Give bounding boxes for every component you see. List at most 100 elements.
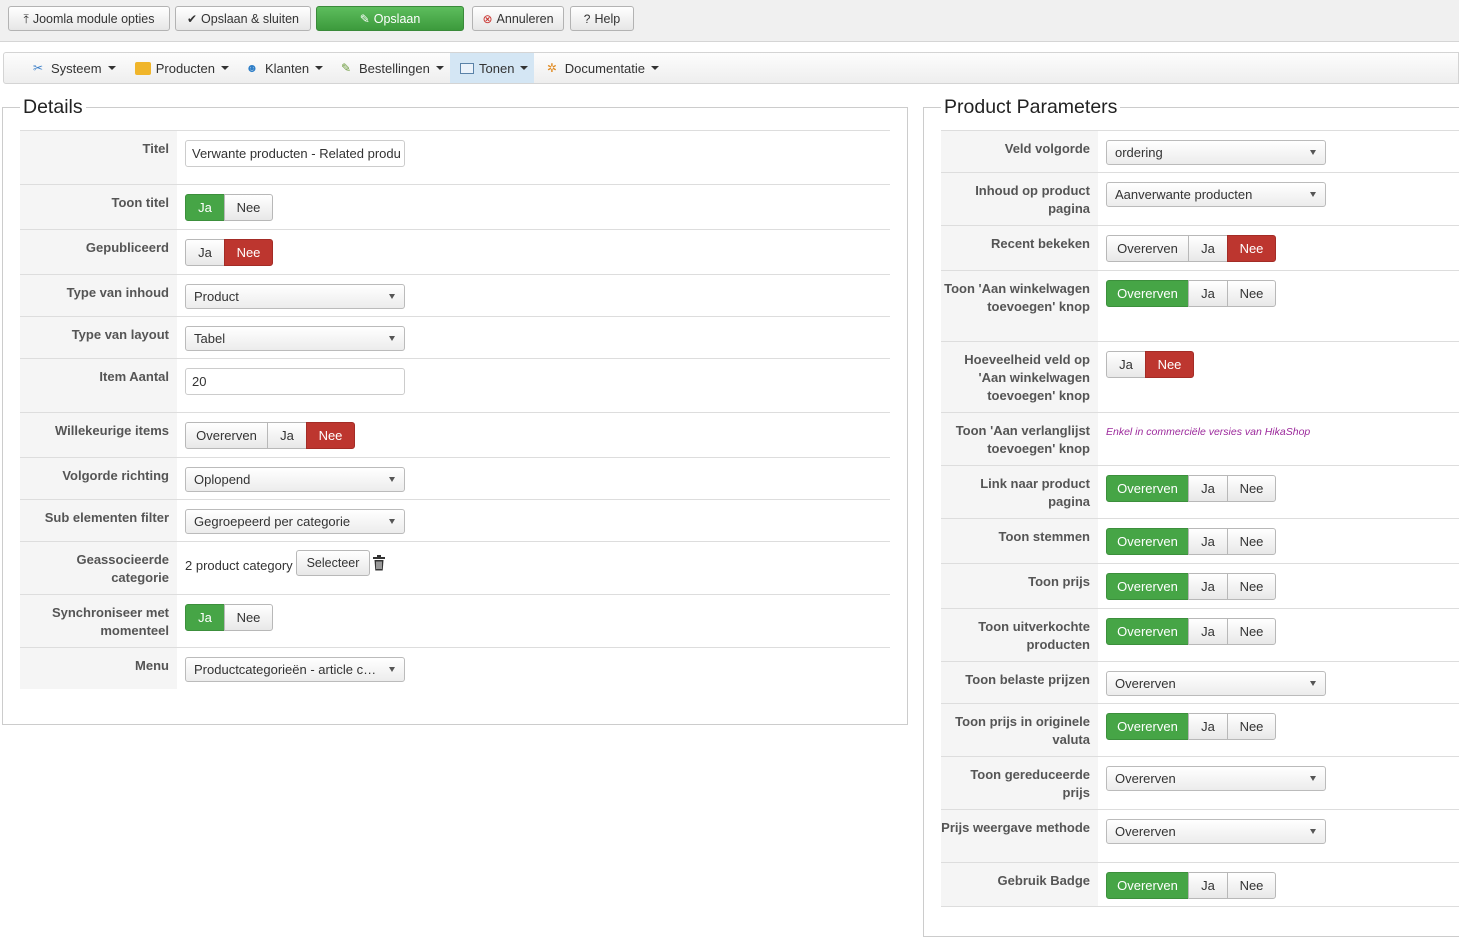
caret-down-icon: [315, 66, 324, 70]
menu-display[interactable]: Tonen: [450, 53, 534, 83]
recently-viewed-no[interactable]: Nee: [1227, 235, 1276, 262]
use-badge-no[interactable]: Nee: [1227, 872, 1276, 899]
menu-select[interactable]: Productcategorieën - article c…: [185, 657, 405, 682]
row-taxed-prices: Toon belaste prijzen Overerven: [941, 661, 1459, 703]
row-discount-price: Toon gereduceerde prijs Overerven: [941, 756, 1459, 809]
show-title-label: Toon titel: [20, 185, 177, 229]
votes-yes[interactable]: Ja: [1188, 528, 1228, 555]
row-title: Titel Verwante producten - Related produ: [20, 130, 890, 184]
display-icon: [460, 62, 474, 74]
published-no[interactable]: Nee: [224, 239, 273, 266]
recently-viewed-yes[interactable]: Ja: [1188, 235, 1228, 262]
row-original-currency: Toon prijs in originele valuta Overerven…: [941, 703, 1459, 756]
original-currency-label: Toon prijs in originele valuta: [941, 704, 1098, 756]
sold-out-inherit[interactable]: Overerven: [1106, 618, 1189, 645]
field-order-select[interactable]: ordering: [1106, 140, 1326, 165]
price-display-method-select[interactable]: Overerven: [1106, 819, 1326, 844]
main-menu-bar: ✂ Systeem Producten ☻ Klanten ✎ Bestellinge…: [3, 52, 1459, 84]
joomla-options-button[interactable]: ⤒ Joomla module opties: [8, 6, 170, 31]
quantity-field-no[interactable]: Nee: [1145, 351, 1194, 378]
discount-price-select[interactable]: Overerven: [1106, 766, 1326, 791]
price-yes[interactable]: Ja: [1188, 573, 1228, 600]
product-link-label: Link naar product pagina: [941, 466, 1098, 518]
associated-category-label: Geassocieerde categorie: [20, 542, 177, 594]
layout-type-select[interactable]: Tabel: [185, 326, 405, 351]
cancel-button[interactable]: ⊗ Annuleren: [472, 6, 564, 31]
menu-documentation[interactable]: ✲ Documentatie: [544, 53, 659, 83]
original-currency-no[interactable]: Nee: [1227, 713, 1276, 740]
menu-label: Menu: [20, 648, 177, 689]
price-toggle: Overerven Ja Nee: [1106, 573, 1276, 600]
original-currency-yes[interactable]: Ja: [1188, 713, 1228, 740]
row-layout-type: Type van layout Tabel: [20, 316, 890, 358]
quantity-field-label: Hoeveelheid veld op 'Aan winkelwagen toe…: [941, 342, 1098, 412]
product-link-yes[interactable]: Ja: [1188, 475, 1228, 502]
sub-filter-select[interactable]: Gegroepeerd per categorie: [185, 509, 405, 534]
sold-out-no[interactable]: Nee: [1227, 618, 1276, 645]
recently-viewed-inherit[interactable]: Overerven: [1106, 235, 1189, 262]
page-content-select[interactable]: Aanverwante producten: [1106, 182, 1326, 207]
chevron-down-icon: [389, 477, 395, 482]
sold-out-yes[interactable]: Ja: [1188, 618, 1228, 645]
add-to-cart-inherit[interactable]: Overerven: [1106, 280, 1189, 307]
content-type-select[interactable]: Product: [185, 284, 405, 309]
title-input[interactable]: Verwante producten - Related produ: [185, 140, 405, 167]
show-title-yes[interactable]: Ja: [185, 194, 225, 221]
price-inherit[interactable]: Overerven: [1106, 573, 1189, 600]
random-inherit[interactable]: Overerven: [185, 422, 268, 449]
row-item-count: Item Aantal 20: [20, 358, 890, 412]
menu-system[interactable]: ✂ Systeem: [30, 53, 124, 83]
taxed-prices-select[interactable]: Overerven: [1106, 671, 1326, 696]
params-bottom-divider: [941, 906, 1459, 907]
published-yes[interactable]: Ja: [185, 239, 225, 266]
menu-products[interactable]: Producten: [135, 53, 229, 83]
product-link-inherit[interactable]: Overerven: [1106, 475, 1189, 502]
quantity-field-yes[interactable]: Ja: [1106, 351, 1146, 378]
synchronize-yes[interactable]: Ja: [185, 604, 225, 631]
item-count-input[interactable]: 20: [185, 368, 405, 395]
add-to-cart-yes[interactable]: Ja: [1188, 280, 1228, 307]
save-close-button[interactable]: ✔ Opslaan & sluiten: [175, 6, 311, 31]
chevron-down-icon: [1310, 776, 1316, 781]
votes-inherit[interactable]: Overerven: [1106, 528, 1189, 555]
original-currency-toggle: Overerven Ja Nee: [1106, 713, 1276, 740]
menu-customers[interactable]: ☻ Klanten: [244, 53, 324, 83]
product-link-no[interactable]: Nee: [1227, 475, 1276, 502]
product-link-toggle: Overerven Ja Nee: [1106, 475, 1276, 502]
tools-icon: ✂: [32, 61, 44, 75]
row-use-badge: Gebruik Badge Overerven Ja Nee: [941, 862, 1459, 907]
use-badge-yes[interactable]: Ja: [1188, 872, 1228, 899]
order-direction-select[interactable]: Oplopend: [185, 467, 405, 492]
caret-down-icon: [435, 66, 444, 70]
edit-icon: ✎: [359, 11, 370, 26]
price-no[interactable]: Nee: [1227, 573, 1276, 600]
quantity-field-toggle: Ja Nee: [1106, 351, 1194, 378]
layout-type-label: Type van layout: [20, 317, 177, 358]
help-button[interactable]: ? Help: [570, 6, 634, 31]
random-no[interactable]: Nee: [306, 422, 355, 449]
menu-orders[interactable]: ✎ Bestellingen: [338, 53, 448, 83]
select-category-button[interactable]: Selecteer: [296, 550, 370, 576]
upload-icon: ⤒: [23, 11, 29, 26]
use-badge-inherit[interactable]: Overerven: [1106, 872, 1189, 899]
products-icon: [135, 61, 151, 75]
title-label: Titel: [20, 131, 177, 184]
add-to-cart-no[interactable]: Nee: [1227, 280, 1276, 307]
row-page-content: Inhoud op product pagina Aanverwante pro…: [941, 172, 1459, 225]
sold-out-label: Toon uitverkochte producten: [941, 609, 1098, 661]
field-order-label: Veld volgorde: [941, 131, 1098, 172]
trash-icon[interactable]: [373, 555, 385, 571]
votes-no[interactable]: Nee: [1227, 528, 1276, 555]
published-label: Gepubliceerd: [20, 230, 177, 274]
row-sold-out: Toon uitverkochte producten Overerven Ja…: [941, 608, 1459, 661]
original-currency-inherit[interactable]: Overerven: [1106, 713, 1189, 740]
save-button[interactable]: ✎ Opslaan: [316, 6, 464, 31]
customers-icon: ☻: [245, 61, 259, 75]
published-toggle: Ja Nee: [185, 239, 273, 266]
toolbar: ⤒ Joomla module opties ✔ Opslaan & sluiten…: [0, 0, 1459, 42]
show-title-no[interactable]: Nee: [224, 194, 273, 221]
synchronize-no[interactable]: Nee: [224, 604, 273, 631]
synchronize-toggle: Ja Nee: [185, 604, 273, 631]
random-yes[interactable]: Ja: [267, 422, 307, 449]
associated-category-value: 2 product category: [185, 558, 293, 573]
